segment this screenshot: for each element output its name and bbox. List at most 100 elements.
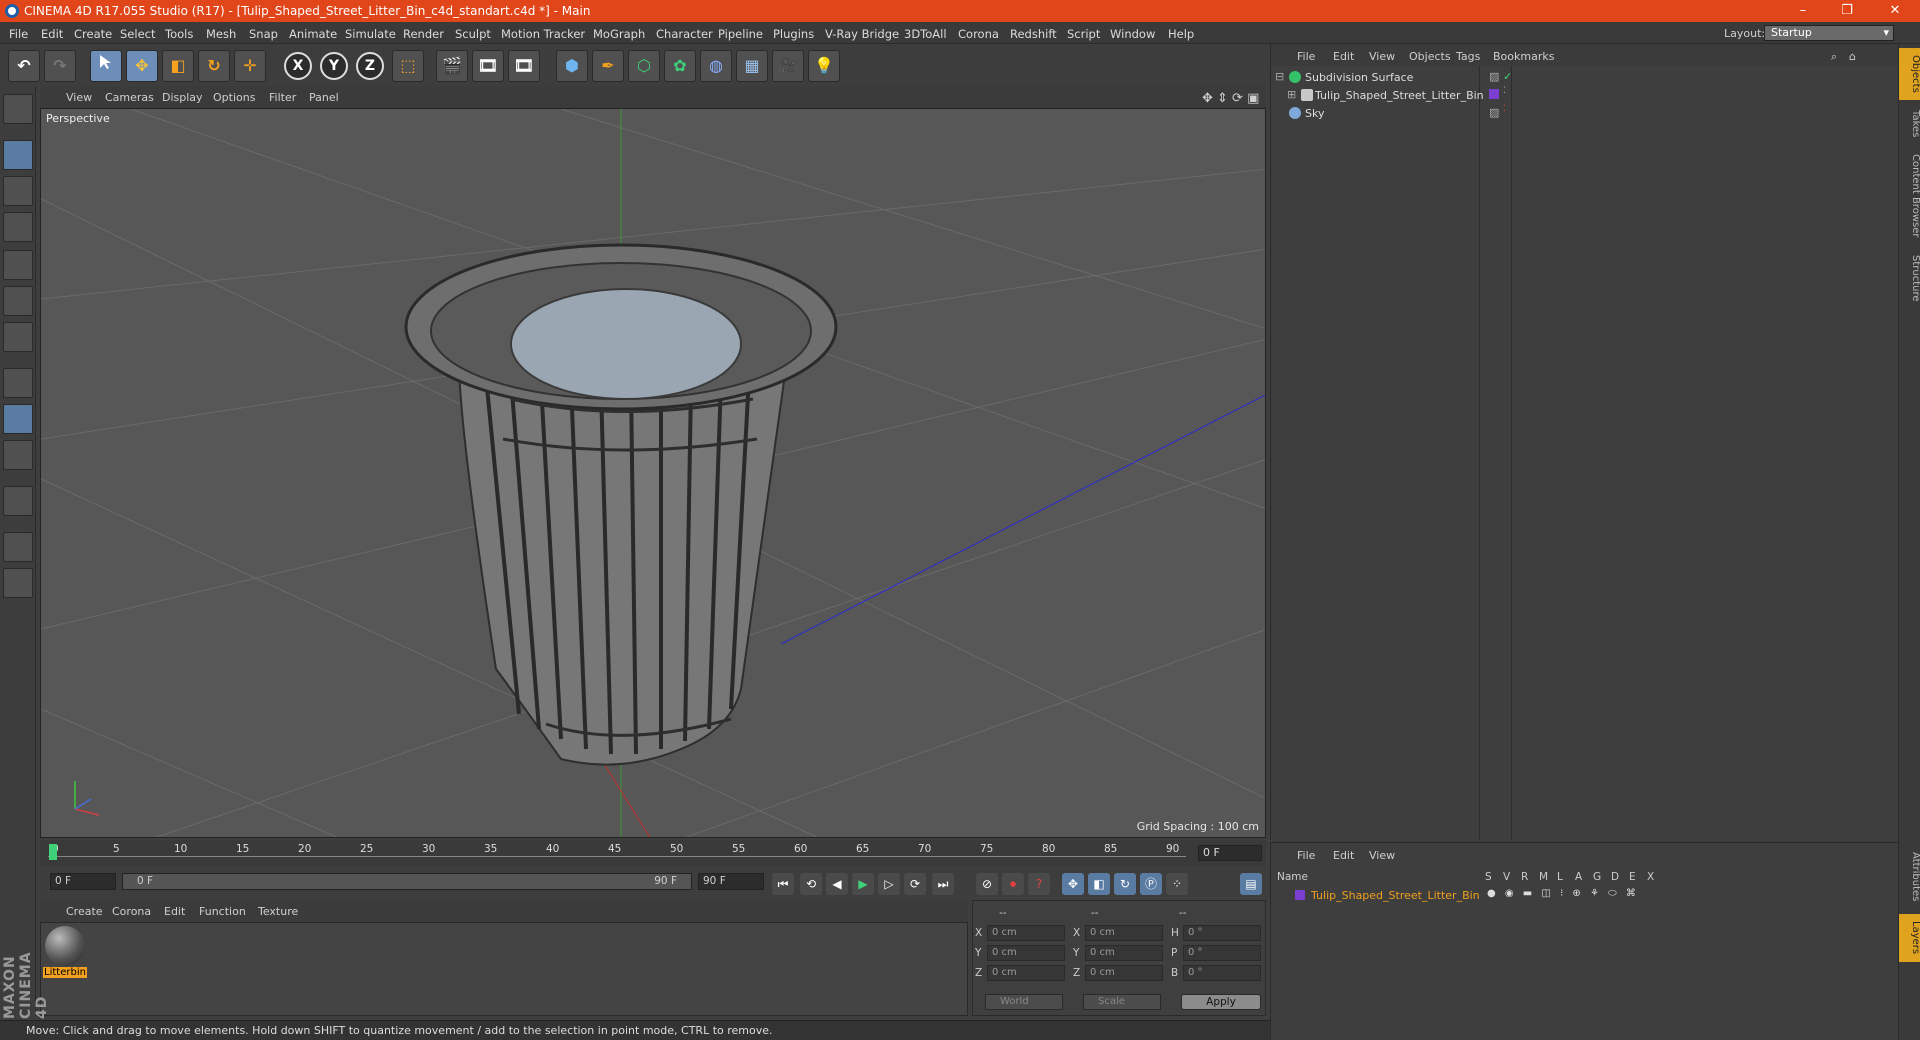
undo-button[interactable]: ↶: [8, 50, 40, 82]
object-row[interactable]: ⊟ Subdivision Surface ▨ ✓: [1275, 68, 1895, 86]
add-spline-pen-button[interactable]: ✒: [592, 50, 624, 82]
menu-render[interactable]: Render: [403, 27, 444, 41]
menu-plugins[interactable]: Plugins: [773, 27, 814, 41]
objects-menu-edit[interactable]: Edit: [1333, 50, 1354, 63]
menu-redshift[interactable]: Redshift: [1010, 27, 1057, 41]
close-button[interactable]: ✕: [1874, 0, 1916, 22]
next-key-button[interactable]: ⟳: [904, 873, 926, 895]
viewport-menu-view[interactable]: View: [66, 91, 92, 104]
perspective-viewport[interactable]: Perspective Grid Spacing : 100 cm: [40, 108, 1266, 838]
menu-snap[interactable]: Snap: [249, 27, 278, 41]
position-y-field[interactable]: 0 cm: [987, 945, 1065, 961]
make-editable-button[interactable]: [3, 94, 33, 124]
position-z-field[interactable]: 0 cm: [987, 965, 1065, 981]
menu-sculpt[interactable]: Sculpt: [455, 27, 491, 41]
rotation-p-field[interactable]: 0 °: [1183, 945, 1261, 961]
solo-button[interactable]: [3, 440, 33, 470]
menu-select[interactable]: Select: [120, 27, 155, 41]
timeline-ruler[interactable]: 0 5 10 15 20 25 30 35 40 45 50 55 60 65 …: [40, 840, 1266, 866]
search-icon[interactable]: ⌕: [1831, 50, 1837, 64]
menu-3dtoall[interactable]: 3DToAll: [904, 27, 947, 41]
go-to-end-button[interactable]: ⏭: [932, 873, 954, 895]
enable-axis-button[interactable]: [3, 368, 33, 398]
live-selection-button[interactable]: ✛: [234, 50, 266, 82]
tab-structure[interactable]: Structure: [1899, 248, 1920, 308]
current-frame-field[interactable]: 0 F: [1198, 845, 1262, 861]
tweak-mode-button[interactable]: [3, 404, 33, 434]
add-subdivision-button[interactable]: ⬡: [628, 50, 660, 82]
tab-takes[interactable]: Takes: [1899, 104, 1920, 144]
add-camera-button[interactable]: 🎥: [772, 50, 804, 82]
material-menu-corona[interactable]: Corona: [112, 905, 151, 918]
menu-create[interactable]: Create: [74, 27, 112, 41]
key-parameter-button[interactable]: Ⓟ: [1140, 873, 1162, 895]
viewport-menu-filter[interactable]: Filter: [269, 91, 296, 104]
menu-help[interactable]: Help: [1168, 27, 1194, 41]
model-mode-button[interactable]: [3, 140, 33, 170]
timeline-window-button[interactable]: ▤: [1240, 873, 1262, 895]
expand-icon[interactable]: ⊞: [1287, 88, 1296, 101]
menu-corona[interactable]: Corona: [958, 27, 999, 41]
next-frame-button[interactable]: ▷: [878, 873, 900, 895]
add-cloner-button[interactable]: ✿: [664, 50, 696, 82]
menu-character[interactable]: Character: [656, 27, 713, 41]
scale-tool-button[interactable]: ◧: [162, 50, 194, 82]
key-position-button[interactable]: ✥: [1062, 873, 1084, 895]
tab-layers[interactable]: Layers: [1899, 914, 1920, 962]
add-deformer-button[interactable]: ◍: [700, 50, 732, 82]
maximize-button[interactable]: ❐: [1826, 0, 1868, 22]
layer-row[interactable]: Tulip_Shaped_Street_Litter_Bin ● ◉ ▬ ◫ ⁝…: [1275, 887, 1895, 903]
rotate-tool-button[interactable]: ↻: [198, 50, 230, 82]
playhead-marker[interactable]: [49, 844, 57, 860]
menu-pipeline[interactable]: Pipeline: [718, 27, 763, 41]
key-pla-button[interactable]: ⁘: [1166, 873, 1188, 895]
go-to-start-button[interactable]: ⏮: [772, 873, 794, 895]
layer-flag-icons[interactable]: ● ◉ ▬ ◫ ⁝ ⊕ ⚘ ⬭ ⌘: [1487, 888, 1639, 899]
objects-menu-view[interactable]: View: [1369, 50, 1395, 63]
object-row[interactable]: ⊞ Tulip_Shaped_Street_Litter_Bin ⁚: [1275, 86, 1895, 104]
redo-button[interactable]: ↷: [44, 50, 76, 82]
viewport-menu-panel[interactable]: Panel: [309, 91, 339, 104]
rotation-h-field[interactable]: 0 °: [1183, 925, 1261, 941]
keyframe-selection-button[interactable]: ?: [1028, 873, 1050, 895]
texture-mode-button[interactable]: [3, 176, 33, 206]
coordinate-system-button[interactable]: ⬚: [392, 50, 424, 82]
add-floor-button[interactable]: ▦: [736, 50, 768, 82]
workplane-mode-button[interactable]: [3, 212, 33, 242]
edges-mode-button[interactable]: [3, 286, 33, 316]
viewport-menu-display[interactable]: Display: [162, 91, 203, 104]
render-picture-viewer-button[interactable]: 🎞: [472, 50, 504, 82]
prev-frame-button[interactable]: ◀: [826, 873, 848, 895]
material-menu-edit[interactable]: Edit: [164, 905, 185, 918]
object-row[interactable]: Sky ▨ ⁚: [1275, 104, 1895, 122]
end-frame-field[interactable]: 90 F: [698, 873, 764, 890]
start-frame-field[interactable]: 0 F: [50, 873, 116, 890]
add-light-button[interactable]: 💡: [808, 50, 840, 82]
layers-menu-edit[interactable]: Edit: [1333, 849, 1354, 862]
autokey-button[interactable]: ⏺: [1002, 873, 1024, 895]
coordinate-mode-select[interactable]: World: [985, 994, 1063, 1010]
objects-menu-file[interactable]: File: [1297, 50, 1315, 63]
tab-attributes[interactable]: Attributes: [1899, 844, 1920, 910]
play-button[interactable]: ▶: [852, 873, 874, 895]
menu-tools[interactable]: Tools: [165, 27, 193, 41]
viewport-nav-icons[interactable]: ✥ ⇕ ⟳ ▣: [1202, 91, 1259, 106]
apply-button[interactable]: Apply: [1181, 994, 1261, 1010]
size-x-field[interactable]: 0 cm: [1085, 925, 1163, 941]
key-rotation-button[interactable]: ↻: [1114, 873, 1136, 895]
size-y-field[interactable]: 0 cm: [1085, 945, 1163, 961]
polygons-mode-button[interactable]: [3, 322, 33, 352]
menu-motion-tracker[interactable]: Motion Tracker: [501, 27, 585, 41]
objects-menu-bookmarks[interactable]: Bookmarks: [1493, 50, 1554, 63]
axis-z-toggle[interactable]: Z: [356, 52, 384, 80]
minimize-button[interactable]: –: [1782, 0, 1824, 22]
menu-file[interactable]: File: [9, 27, 28, 41]
layout-select[interactable]: Startup ▾: [1764, 25, 1894, 41]
planar-workplane-button[interactable]: [3, 568, 33, 598]
menu-script[interactable]: Script: [1067, 27, 1100, 41]
visibility-dots-icon[interactable]: ⁚: [1503, 104, 1506, 114]
menu-window[interactable]: Window: [1110, 27, 1155, 41]
material-menu-texture[interactable]: Texture: [258, 905, 298, 918]
edit-render-settings-button[interactable]: 🎞: [508, 50, 540, 82]
axis-x-toggle[interactable]: X: [284, 52, 312, 80]
